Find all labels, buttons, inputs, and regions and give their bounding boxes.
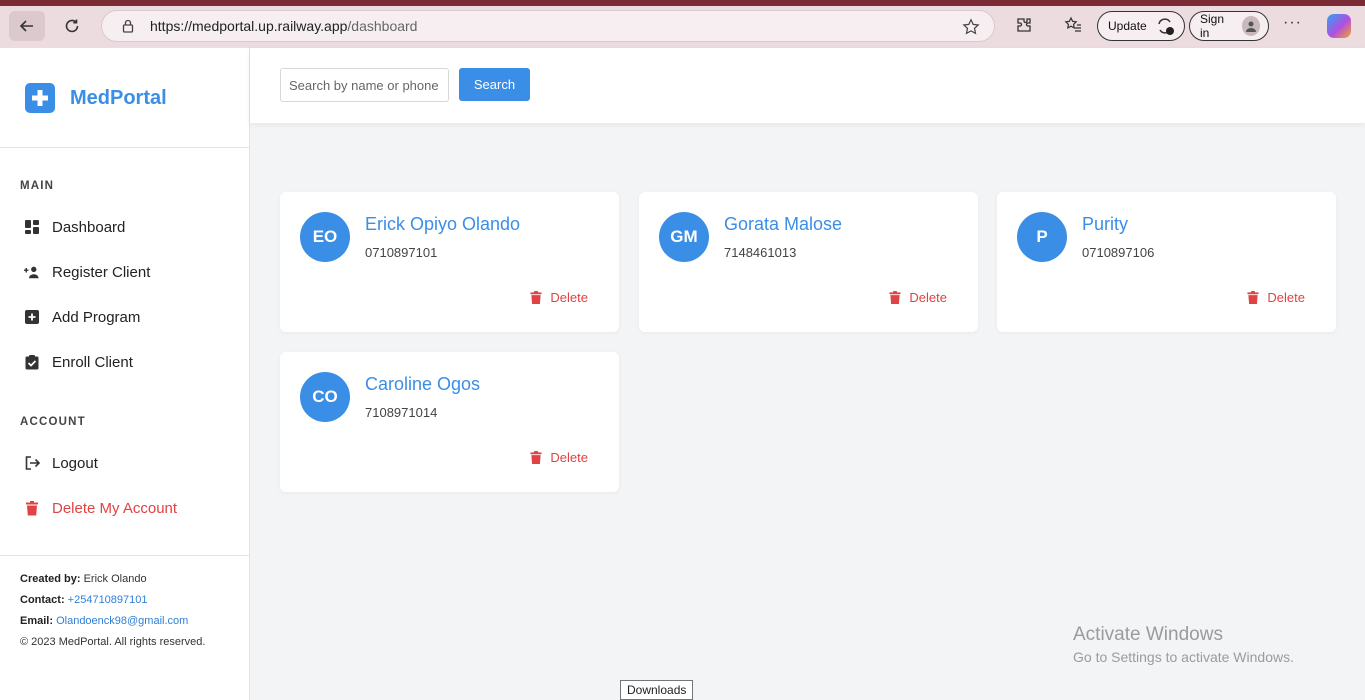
reload-icon	[65, 19, 79, 33]
clipboard-check-icon	[24, 354, 40, 370]
dashboard-icon	[24, 219, 40, 235]
sidebar-item-delete-account[interactable]: Delete My Account	[24, 496, 177, 520]
sidebar-item-label: Register Client	[52, 263, 151, 281]
avatar: GM	[659, 212, 709, 262]
client-name-link[interactable]: Erick Opiyo Olando	[365, 214, 520, 235]
sidebar-footer-divider	[0, 555, 249, 556]
app-name: MedPortal	[70, 86, 167, 109]
logout-icon	[24, 455, 40, 471]
url-text: https://medportal.up.railway.app/dashboa…	[150, 18, 417, 34]
activate-windows-subtitle: Go to Settings to activate Windows.	[1073, 649, 1294, 665]
sidebar-item-label: Delete My Account	[52, 499, 178, 517]
address-bar[interactable]: https://medportal.up.railway.app/dashboa…	[101, 10, 995, 42]
update-badge-icon	[1155, 16, 1175, 36]
sidebar-item-label: Dashboard	[52, 218, 126, 236]
search-input[interactable]	[280, 68, 449, 102]
medical-cross-icon	[25, 83, 55, 113]
client-phone: 0710897106	[1082, 245, 1155, 260]
sidebar-item-label: Enroll Client	[52, 353, 133, 371]
client-name-link[interactable]: Caroline Ogos	[365, 374, 480, 395]
update-button[interactable]: Update	[1097, 11, 1185, 41]
user-plus-icon	[24, 264, 40, 280]
footer-created-by: Created by: Erick Olando	[20, 573, 147, 585]
sign-in-button[interactable]: Sign in	[1189, 11, 1269, 41]
client-phone: 7148461013	[724, 245, 797, 260]
footer-contact-link[interactable]: +254710897101	[68, 594, 148, 606]
footer-created-by-label: Created by:	[20, 573, 81, 585]
avatar: CO	[300, 372, 350, 422]
favorite-star-icon[interactable]	[962, 18, 980, 36]
extensions-icon[interactable]	[1013, 14, 1035, 36]
trash-icon	[889, 291, 901, 304]
sidebar-item-register-client[interactable]: Register Client	[24, 260, 150, 284]
sidebar-divider	[0, 147, 249, 148]
client-phone: 0710897101	[365, 245, 438, 260]
favorites-icon[interactable]	[1062, 14, 1084, 36]
activate-windows-title: Activate Windows	[1073, 624, 1223, 645]
footer-email-link[interactable]: Olandoenck98@gmail.com	[56, 615, 188, 627]
update-label: Update	[1108, 19, 1147, 33]
client-phone: 7108971014	[365, 405, 438, 420]
url-path: /dashboard	[347, 18, 418, 34]
client-card: CO Caroline Ogos 7108971014 Delete	[280, 352, 619, 492]
more-menu-button[interactable]: ···	[1283, 14, 1302, 32]
delete-client-button[interactable]: Delete	[530, 450, 588, 465]
delete-label: Delete	[550, 450, 588, 465]
arrow-left-icon	[19, 20, 33, 32]
footer-email: Email: Olandoenck98@gmail.com	[20, 615, 188, 627]
top-search-bar: Search	[250, 48, 1365, 123]
profile-avatar-icon	[1241, 16, 1260, 36]
browser-toolbar: https://medportal.up.railway.app/dashboa…	[0, 0, 1365, 52]
footer-email-label: Email:	[20, 615, 54, 627]
client-card: P Purity 0710897106 Delete	[997, 192, 1336, 332]
delete-label: Delete	[550, 290, 588, 305]
delete-client-button[interactable]: Delete	[530, 290, 588, 305]
sidebar-item-label: Logout	[52, 454, 98, 472]
avatar: EO	[300, 212, 350, 262]
footer-contact: Contact: +254710897101	[20, 594, 148, 606]
section-label-account: ACCOUNT	[20, 416, 86, 428]
sidebar-item-logout[interactable]: Logout	[24, 451, 98, 475]
avatar: P	[1017, 212, 1067, 262]
trash-icon	[24, 500, 40, 516]
delete-label: Delete	[1267, 290, 1305, 305]
delete-client-button[interactable]: Delete	[1247, 290, 1305, 305]
sidebar-item-enroll-client[interactable]: Enroll Client	[24, 350, 133, 374]
sidebar-item-add-program[interactable]: Add Program	[24, 305, 140, 329]
client-name-link[interactable]: Gorata Malose	[724, 214, 842, 235]
plus-square-icon	[24, 309, 40, 325]
trash-icon	[1247, 291, 1259, 304]
client-card: GM Gorata Malose 7148461013 Delete	[639, 192, 978, 332]
delete-label: Delete	[909, 290, 947, 305]
client-card: EO Erick Opiyo Olando 0710897101 Delete	[280, 192, 619, 332]
section-label-main: MAIN	[20, 180, 55, 192]
copilot-icon[interactable]	[1327, 14, 1351, 38]
url-base: https://medportal.up.railway.app	[150, 18, 348, 34]
site-info-icon[interactable]	[120, 18, 136, 34]
app-logo[interactable]: MedPortal	[25, 83, 167, 113]
footer-created-by-value: Erick Olando	[83, 573, 147, 585]
trash-icon	[530, 451, 542, 464]
footer-contact-label: Contact:	[20, 594, 65, 606]
reload-button[interactable]	[54, 11, 90, 41]
delete-client-button[interactable]: Delete	[889, 290, 947, 305]
browser-tab-strip	[0, 0, 1365, 6]
sign-in-label: Sign in	[1200, 12, 1225, 40]
back-button[interactable]	[9, 11, 45, 41]
sidebar-item-dashboard[interactable]: Dashboard	[24, 215, 125, 239]
footer-copyright: © 2023 MedPortal. All rights reserved.	[20, 636, 206, 648]
trash-icon	[530, 291, 542, 304]
sidebar: MedPortal MAIN Dashboard Register Client…	[0, 48, 250, 700]
downloads-tooltip: Downloads	[620, 680, 694, 700]
client-name-link[interactable]: Purity	[1082, 214, 1128, 235]
search-button[interactable]: Search	[459, 68, 530, 101]
sidebar-item-label: Add Program	[52, 308, 141, 326]
